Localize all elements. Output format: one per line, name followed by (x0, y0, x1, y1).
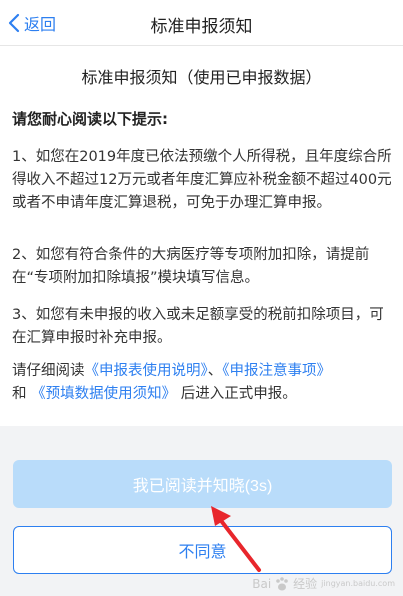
button-area: 我已阅读并知晓(3s) 不同意 (0, 426, 403, 596)
read-and: 和 (12, 386, 27, 402)
disagree-button[interactable]: 不同意 (13, 526, 392, 574)
watermark-text-jingyan: 经验 (293, 577, 318, 591)
notice-item-2: 2、如您有符合条件的大病医疗等专项附加扣除，请提前在“专项附加扣除填报”模块填写… (12, 247, 370, 286)
link-filing-notes[interactable]: 《申报注意事项》 (222, 363, 331, 379)
link-prefill-notice[interactable]: 《预填数据使用须知》 (31, 386, 176, 402)
watermark-sub: jingyan.baidu.com (321, 579, 395, 588)
link-form-instructions[interactable]: 《申报表使用说明》 (85, 363, 208, 379)
baidu-watermark: Bai 经验 jingyan.baidu.com (252, 575, 395, 592)
read-links-paragraph: 请仔细阅读《申报表使用说明》、《申报注意事项》和 《预填数据使用须知》 后进入正… (12, 360, 392, 406)
notice-heading: 请您耐心阅读以下提示: (12, 110, 168, 128)
read-and-acknowledge-button[interactable]: 我已阅读并知晓(3s) (13, 460, 392, 508)
read-separator: 、 (207, 363, 223, 379)
notice-item-3: 3、如您有未申报的收入或未足额享受的税前扣除项目，可在汇算申报时补充申报。 (12, 307, 384, 346)
red-arrow-annotation (211, 506, 261, 572)
paw-icon (276, 576, 288, 590)
nav-bar: 返回 标准申报须知 (0, 0, 403, 46)
doc-title: 标准申报须知（使用已申报数据） (81, 68, 322, 87)
page-title: 标准申报须知 (150, 17, 253, 37)
read-prefix: 请仔细阅读 (12, 363, 85, 379)
watermark-text-bai: Bai (252, 576, 272, 591)
read-suffix: 后进入正式申报。 (180, 386, 297, 402)
notice-item-1: 1、如您在2019年度已依法预缴个人所得税，且年度综合所得收入不超过12万元或者… (12, 149, 392, 211)
notice-content: 标准申报须知（使用已申报数据） 请您耐心阅读以下提示: 1、如您在2019年度已… (0, 46, 403, 426)
